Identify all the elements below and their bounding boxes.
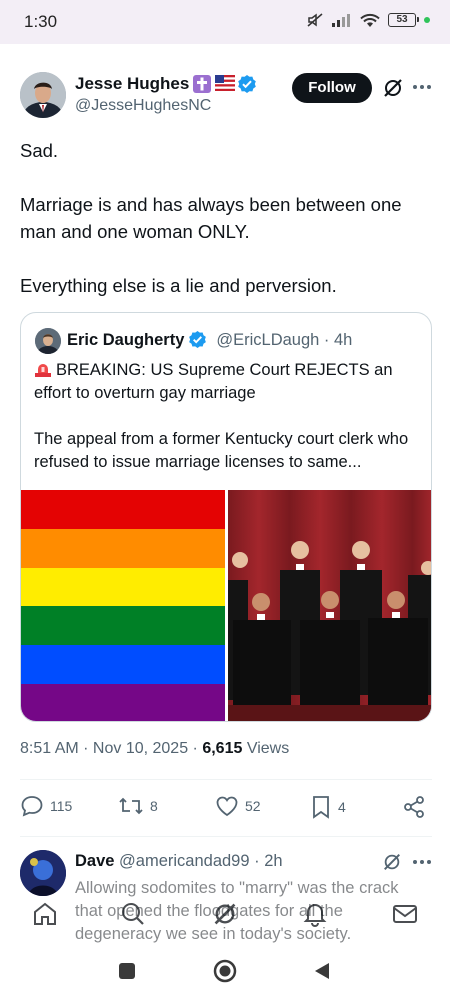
quote-author-avatar — [35, 328, 61, 354]
post-date: Nov 10, 2025 — [92, 740, 189, 757]
battery-icon: 53 — [388, 13, 419, 27]
mute-icon — [307, 13, 323, 27]
repost-count: 8 — [150, 798, 158, 814]
flag-stripe — [21, 645, 225, 685]
cross-emoji-icon — [193, 75, 212, 93]
reply-count: 115 — [50, 798, 73, 814]
views-count: 6,615 — [202, 740, 243, 757]
quote-paragraph: BREAKING: US Supreme Court REJECTS an ef… — [34, 359, 420, 405]
recents-button[interactable] — [118, 962, 136, 980]
reply-author-avatar[interactable] — [20, 850, 66, 896]
quote-paragraph-1: BREAKING: US Supreme Court REJECTS an ef… — [34, 361, 393, 402]
privacy-dot-icon — [424, 17, 430, 23]
system-nav-bar — [0, 945, 450, 1000]
messages-icon[interactable] — [392, 901, 418, 927]
share-button[interactable] — [402, 795, 426, 819]
verified-icon — [237, 74, 257, 94]
reply-icon — [21, 796, 43, 817]
notifications-icon[interactable] — [302, 901, 328, 927]
author-avatar[interactable] — [20, 72, 66, 118]
like-button[interactable]: 52 — [215, 795, 261, 817]
flag-stripe — [21, 490, 225, 529]
status-time: 1:30 — [24, 12, 58, 31]
back-button[interactable] — [313, 962, 331, 980]
quote-author: Eric Daugherty @EricLDaugh · 4h — [67, 330, 352, 350]
more-options-icon[interactable] — [412, 77, 432, 91]
flag-stripe — [21, 606, 225, 646]
reply-author-handle: @americandad99 · 2h — [119, 852, 283, 870]
post-actions: 115 8 52 4 — [20, 795, 432, 823]
flag-stripe — [21, 567, 225, 607]
post-text: Sad. Marriage is and has always been bet… — [20, 137, 432, 299]
reply-button[interactable]: 115 — [20, 795, 72, 817]
meta-separator: · — [78, 740, 93, 757]
post-paragraph: Sad. — [20, 140, 59, 161]
author-handle[interactable]: @JesseHughesNC — [75, 97, 211, 115]
home-icon[interactable] — [32, 901, 58, 927]
grok-icon[interactable] — [382, 77, 404, 99]
follow-button[interactable]: Follow — [292, 73, 372, 103]
divider — [20, 836, 432, 837]
siren-emoji-icon — [34, 361, 52, 377]
verified-icon — [188, 330, 208, 350]
post-paragraph: Marriage is and has always been between … — [20, 194, 402, 242]
views-label: Views — [242, 740, 290, 757]
quote-author-handle: @EricLDaugh · 4h — [216, 330, 353, 349]
us-flag-emoji-icon — [215, 75, 236, 93]
supreme-court-photo[interactable] — [228, 490, 431, 721]
quote-author-name: Eric Daugherty — [67, 330, 185, 349]
heart-icon — [216, 796, 238, 817]
quote-media[interactable] — [21, 490, 431, 721]
grok-icon[interactable] — [382, 852, 402, 872]
post-paragraph: Everything else is a lie and perversion. — [20, 275, 337, 296]
flag-stripe — [21, 528, 225, 568]
author-name[interactable]: Jesse Hughes — [75, 74, 257, 94]
post-time: 8:51 AM — [20, 740, 79, 757]
reply-author-name: Dave — [75, 852, 115, 870]
bookmark-icon — [313, 796, 329, 819]
quote-paragraph-2: The appeal from a former Kentucky court … — [34, 430, 409, 471]
quote-text: BREAKING: US Supreme Court REJECTS an ef… — [34, 359, 420, 474]
home-button[interactable] — [213, 959, 237, 983]
bookmark-count: 4 — [338, 799, 346, 815]
post-header: Jesse Hughes @JesseHughesNC Follow — [20, 72, 432, 122]
rainbow-flag-image[interactable] — [21, 490, 225, 721]
status-bar: 1:30 53 — [0, 0, 450, 44]
quoted-post[interactable]: Eric Daugherty @EricLDaugh · 4h BREAKING… — [20, 312, 432, 722]
author-name-text: Jesse Hughes — [75, 74, 190, 93]
post-meta: 8:51 AM · Nov 10, 2025 · 6,615 Views — [20, 740, 289, 758]
status-icons: 53 — [306, 12, 430, 28]
bottom-tab-bar — [0, 895, 450, 937]
meta-separator: · — [188, 740, 203, 757]
more-options-icon[interactable] — [412, 852, 432, 866]
like-count: 52 — [245, 798, 261, 814]
share-icon — [404, 796, 424, 818]
repost-icon — [119, 797, 143, 815]
flag-stripe — [21, 684, 225, 721]
repost-button[interactable]: 8 — [118, 795, 158, 817]
grok-icon[interactable] — [212, 901, 238, 927]
bookmark-button[interactable]: 4 — [310, 795, 346, 819]
wifi-icon — [360, 13, 380, 27]
reply-author[interactable]: Dave @americandad99 · 2h — [75, 852, 283, 871]
divider — [20, 779, 432, 780]
search-icon[interactable] — [120, 901, 146, 927]
signal-icon — [332, 14, 350, 27]
